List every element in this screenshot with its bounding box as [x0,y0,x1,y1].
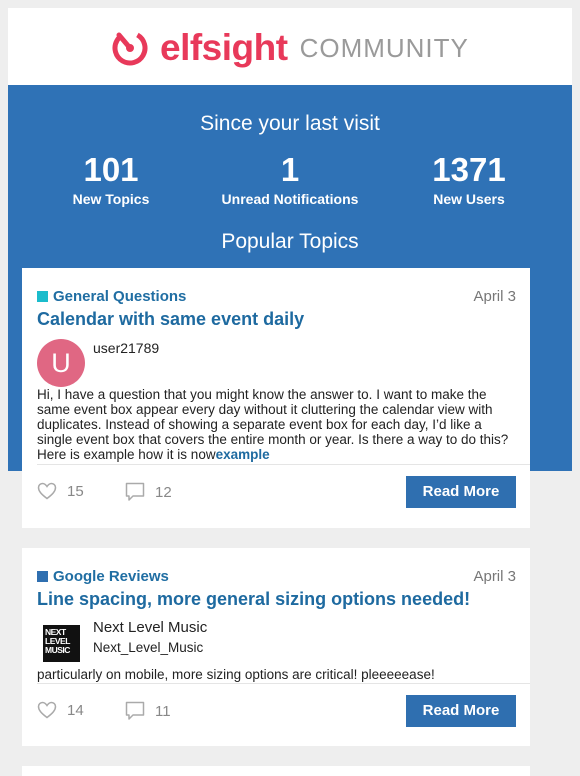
stat-label: New Users [433,191,505,207]
comment-icon [125,482,145,501]
stat-value: 101 [83,151,139,188]
username[interactable]: Next_Level_Music [93,640,203,655]
popular-topics-heading: Popular Topics [221,230,359,253]
topic-card: General Questions April 3 Calendar with … [22,268,530,528]
comment-count-value: 12 [155,483,172,501]
heart-icon [37,482,57,500]
topic-title[interactable]: Calendar with same event daily [37,309,304,330]
like-count[interactable]: 14 [37,701,84,719]
since-last-visit-heading: Since your last visit [200,112,380,135]
stat-value: 1371 [432,151,506,188]
topic-card-partial [22,766,530,776]
avatar: U [37,339,85,387]
stat-value: 1 [280,151,300,188]
elfsight-logo[interactable]: elfsight COMMUNITY [110,26,490,70]
divider [37,464,530,465]
header: elfsight COMMUNITY [8,8,572,85]
like-count-value: 14 [67,701,84,719]
stat-label: New Topics [72,191,150,207]
comment-count-value: 11 [155,702,171,720]
topic-excerpt-text: Hi, I have a question that you might kno… [37,387,509,462]
comment-count[interactable]: 11 [125,701,171,721]
avatar: NEXT LEVEL MUSIC [43,625,80,662]
stat-unread-notifications: 1 Unread Notifications [200,151,380,208]
topic-card: Google Reviews April 3 Line spacing, mor… [22,548,530,746]
topic-excerpt: Hi, I have a question that you might kno… [37,387,520,462]
category-name: General Questions [53,288,187,305]
topic-category[interactable]: Google Reviews [37,568,169,585]
like-count-value: 15 [67,482,84,500]
topic-category[interactable]: General Questions [37,288,186,305]
example-link[interactable]: example [216,447,270,462]
stat-new-users: 1371 New Users [379,151,559,208]
comment-icon [125,701,145,720]
like-count[interactable]: 15 [37,482,84,500]
topic-excerpt: particularly on mobile, more sizing opti… [37,667,435,682]
stat-label: Unread Notifications [221,191,359,207]
elfsight-icon [112,30,148,66]
heart-icon [37,701,57,719]
community-label: COMMUNITY [299,32,469,63]
category-color-square [37,571,48,582]
display-name[interactable]: Next Level Music [93,619,207,636]
brand-name: elfsight [160,27,288,68]
stat-new-topics: 101 New Topics [21,151,201,208]
category-color-square [37,291,48,302]
topic-date: April 3 [473,288,516,305]
comment-count[interactable]: 12 [125,482,172,502]
divider [37,683,530,684]
username[interactable]: user21789 [93,340,159,356]
read-more-button[interactable]: Read More [406,476,516,508]
topic-title[interactable]: Line spacing, more general sizing option… [37,589,470,610]
topic-date: April 3 [473,568,516,585]
read-more-button[interactable]: Read More [406,695,516,727]
category-name: Google Reviews [53,568,169,585]
